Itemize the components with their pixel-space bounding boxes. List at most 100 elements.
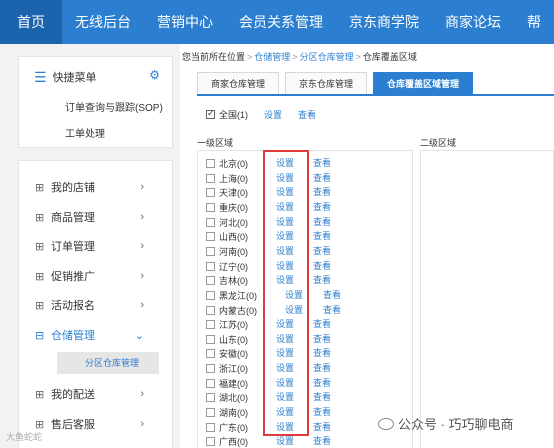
nationwide-set-link[interactable]: 设置 (264, 108, 282, 121)
tab-coverage-area[interactable]: 仓库覆盖区域管理 (373, 72, 474, 94)
nationwide-row: 全国(1) 设置 查看 (206, 108, 316, 121)
province-checkbox[interactable] (206, 407, 215, 417)
province-checkbox[interactable] (206, 436, 215, 446)
tab-jd-warehouse[interactable]: 京东仓库管理 (285, 72, 368, 94)
nationwide-checkbox[interactable] (206, 108, 215, 119)
nav-marketing-center[interactable]: 营销中心 (144, 0, 226, 44)
province-row: 内蒙古(0) (206, 303, 257, 317)
list-icon: ☰ (34, 69, 47, 85)
sidebar-item-promotion[interactable]: ⊞ 促销推广 › (19, 264, 174, 288)
minus-box-icon: ⊟ (35, 329, 45, 342)
sidebar-item-orders[interactable]: ⊞ 订单管理 › (19, 234, 174, 258)
province-view-link[interactable]: 查看 (313, 405, 331, 418)
province-row: 上海(0) (206, 171, 248, 185)
province-view-link[interactable]: 查看 (313, 434, 331, 447)
breadcrumb-zone-warehouse[interactable]: 分区仓库管理 (300, 52, 354, 62)
province-name: 江苏(0) (219, 319, 248, 330)
province-checkbox[interactable] (206, 246, 215, 256)
province-view-link[interactable]: 查看 (313, 317, 331, 330)
province-name: 河北(0) (219, 217, 248, 228)
province-view-link[interactable]: 查看 (323, 288, 341, 301)
province-name: 河南(0) (219, 246, 248, 257)
quick-link-ticket[interactable]: 工单处理 (65, 125, 105, 140)
province-view-link[interactable]: 查看 (313, 376, 331, 389)
plus-box-icon: ⊞ (35, 240, 45, 253)
province-row: 北京(0) (206, 156, 248, 170)
province-view-link[interactable]: 查看 (313, 171, 331, 184)
province-checkbox[interactable] (206, 261, 215, 271)
nav-member-relations[interactable]: 会员关系管理 (226, 0, 336, 44)
province-checkbox[interactable] (206, 305, 215, 315)
sidebar-item-label: 售后客服 (51, 419, 95, 431)
province-row: 广东(0) (206, 420, 248, 434)
nav-home[interactable]: 首页 (0, 0, 62, 44)
chevron-right-icon: › (140, 299, 144, 311)
province-view-link[interactable]: 查看 (313, 273, 331, 286)
province-view-link[interactable]: 查看 (313, 346, 331, 359)
sidebar-item-label: 活动报名 (51, 300, 95, 312)
chevron-right-icon: › (140, 181, 144, 193)
nationwide-view-link[interactable]: 查看 (298, 108, 316, 121)
province-view-link[interactable]: 查看 (313, 215, 331, 228)
province-view-link[interactable]: 查看 (313, 332, 331, 345)
province-row: 广西(0) (206, 434, 248, 448)
province-checkbox[interactable] (206, 217, 215, 227)
province-checkbox[interactable] (206, 187, 215, 197)
province-checkbox[interactable] (206, 231, 215, 241)
province-checkbox[interactable] (206, 319, 215, 329)
province-checkbox[interactable] (206, 158, 215, 168)
quick-link-order-query[interactable]: 订单查询与跟踪(SOP) (65, 99, 163, 114)
province-checkbox[interactable] (206, 290, 215, 300)
sidebar: ☰ 快捷菜单 ⚙ 订单查询与跟踪(SOP) 工单处理 ⊞ 我的店铺 › ⊞ 商品管理 ›… (0, 44, 180, 448)
sidebar-item-label: 我的配送 (51, 389, 95, 401)
tab-merchant-warehouse[interactable]: 商家仓库管理 (197, 72, 280, 94)
watermark: 公众号 · 巧巧聊电商 (378, 414, 514, 433)
province-view-link[interactable]: 查看 (323, 303, 341, 316)
sidebar-item-products[interactable]: ⊞ 商品管理 › (19, 205, 174, 229)
sidebar-item-after-sales[interactable]: ⊞ 售后客服 › (19, 412, 174, 436)
province-checkbox[interactable] (206, 334, 215, 344)
province-row: 重庆(0) (206, 200, 248, 214)
top-navigation: 首页 无线后台 营销中心 会员关系管理 京东商学院 商家论坛 帮 (0, 0, 554, 44)
gear-icon[interactable]: ⚙ (149, 68, 160, 82)
province-row: 安徽(0) (206, 346, 248, 360)
province-checkbox[interactable] (206, 348, 215, 358)
province-view-link[interactable]: 查看 (313, 420, 331, 433)
sidebar-subitem-zone-warehouse[interactable]: 分区仓库管理 (57, 352, 159, 374)
province-checkbox[interactable] (206, 392, 215, 402)
province-view-link[interactable]: 查看 (313, 156, 331, 169)
sidebar-item-warehouse[interactable]: ⊟ 仓储管理 ⌄ (19, 323, 174, 347)
breadcrumb: 您当前所在位置 > 仓储管理 > 分区仓库管理 > 仓库覆盖区域 (182, 50, 417, 63)
sidebar-item-my-store[interactable]: ⊞ 我的店铺 › (19, 175, 174, 199)
province-checkbox[interactable] (206, 202, 215, 212)
chevron-right-icon: > (292, 52, 298, 62)
nav-wireless-backend[interactable]: 无线后台 (62, 0, 144, 44)
province-name: 内蒙古(0) (219, 305, 257, 316)
province-name: 湖南(0) (219, 407, 248, 418)
province-view-link[interactable]: 查看 (313, 244, 331, 257)
plus-box-icon: ⊞ (35, 388, 45, 401)
province-checkbox[interactable] (206, 378, 215, 388)
nationwide-label: 全国(1) (219, 110, 248, 120)
province-name: 天津(0) (219, 187, 248, 198)
nav-jd-academy[interactable]: 京东商学院 (336, 0, 432, 44)
nav-merchant-forum[interactable]: 商家论坛 (432, 0, 514, 44)
sidebar-item-delivery[interactable]: ⊞ 我的配送 › (19, 382, 174, 406)
province-view-link[interactable]: 查看 (313, 361, 331, 374)
province-name: 辽宁(0) (219, 261, 248, 272)
province-row: 福建(0) (206, 376, 248, 390)
sidebar-item-events[interactable]: ⊞ 活动报名 › (19, 293, 174, 317)
chevron-right-icon: > (247, 52, 253, 62)
province-view-link[interactable]: 查看 (313, 259, 331, 272)
nav-help[interactable]: 帮 (514, 0, 554, 44)
sidebar-item-label: 仓储管理 (51, 330, 95, 342)
breadcrumb-warehouse[interactable]: 仓储管理 (254, 52, 290, 62)
province-checkbox[interactable] (206, 363, 215, 373)
province-checkbox[interactable] (206, 275, 215, 285)
province-view-link[interactable]: 查看 (313, 200, 331, 213)
province-view-link[interactable]: 查看 (313, 229, 331, 242)
province-view-link[interactable]: 查看 (313, 390, 331, 403)
province-view-link[interactable]: 查看 (313, 185, 331, 198)
province-checkbox[interactable] (206, 173, 215, 183)
province-checkbox[interactable] (206, 422, 215, 432)
